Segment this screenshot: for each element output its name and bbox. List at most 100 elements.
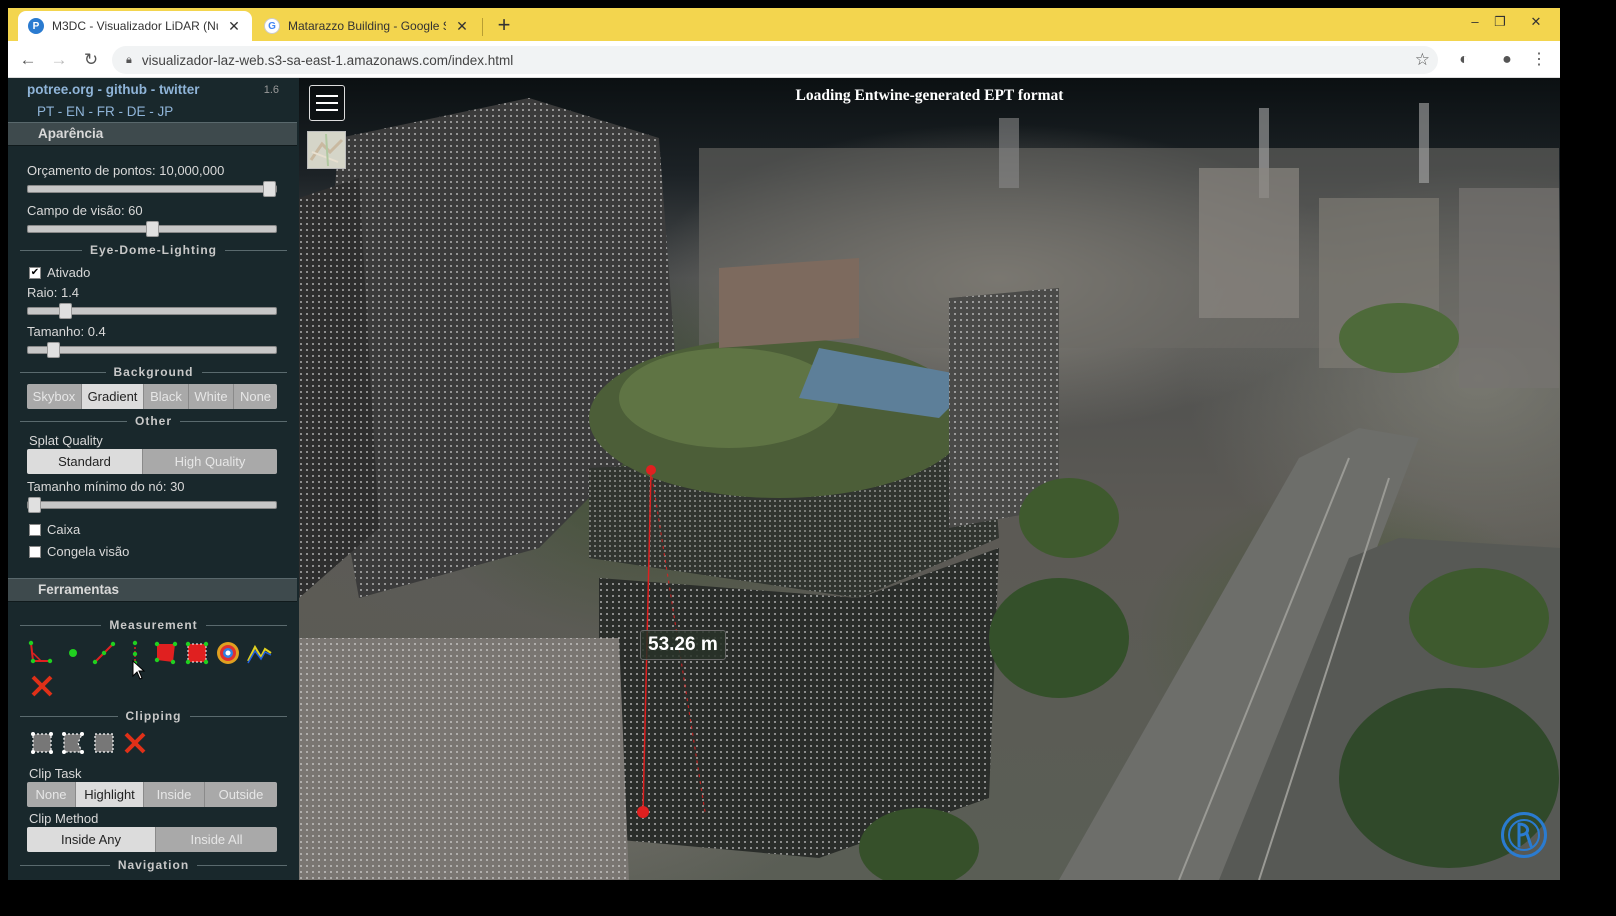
checkbox-checked-icon[interactable]: ✔ [29, 266, 41, 279]
reload-icon[interactable]: ↻ [80, 49, 102, 71]
clip-task-outside-button[interactable]: Outside [205, 782, 277, 807]
tab-separator [482, 18, 483, 36]
box-checkbox[interactable]: Caixa [29, 522, 80, 537]
appearance-header[interactable]: Aparência [8, 122, 297, 146]
volume-icon[interactable] [183, 639, 211, 667]
restore-icon[interactable]: ❐ [1486, 10, 1514, 34]
measurement-divider: Measurement [12, 618, 295, 632]
slider-handle[interactable] [28, 497, 41, 513]
browser-toolbar: ← → ↻ 🔒︎ visualizador-laz-web.s3-sa-east… [8, 41, 1560, 78]
address-bar[interactable]: 🔒︎ visualizador-laz-web.s3-sa-east-1.ama… [112, 46, 1438, 74]
distance-icon[interactable] [90, 639, 118, 667]
point-icon[interactable] [59, 639, 87, 667]
close-tab-icon[interactable]: ✕ [454, 18, 470, 35]
kebab-menu-icon[interactable]: ⋮ [1528, 49, 1550, 71]
tools-header[interactable]: Ferramentas [8, 578, 297, 602]
clip-method-label: Clip Method [29, 811, 99, 826]
clip-screen-icon[interactable] [90, 729, 118, 757]
tab-title: M3DC - Visualizador LiDAR (Nuve [52, 19, 218, 33]
edl-divider: Eye-Dome-Lighting [12, 243, 295, 257]
edl-radius-slider[interactable] [27, 303, 277, 319]
clip-task-none-button[interactable]: None [27, 782, 76, 807]
profile-icon[interactable] [245, 639, 273, 667]
lang-en[interactable]: EN [66, 104, 85, 119]
splat-quality-label: Splat Quality [29, 433, 103, 448]
potree-link[interactable]: potree.org [27, 82, 94, 97]
tab-m3dc[interactable]: P M3DC - Visualizador LiDAR (Nuve ✕ [18, 11, 252, 41]
background-black-button[interactable]: Black [144, 384, 189, 409]
angle-icon[interactable] [26, 639, 54, 667]
min-node-size-label: Tamanho mínimo do nó: 30 [27, 479, 185, 494]
clip-inside-all-button[interactable]: Inside All [156, 827, 277, 852]
clip-task-inside-button[interactable]: Inside [144, 782, 205, 807]
edl-radius-label: Raio: 1.4 [27, 285, 80, 300]
checkbox-unchecked-icon[interactable] [29, 523, 41, 536]
slider-handle[interactable] [263, 181, 276, 197]
background-gradient-button[interactable]: Gradient [82, 384, 144, 409]
background-button-group: Skybox Gradient Black White None [27, 384, 277, 409]
extension-icon[interactable]: ◐ [1453, 49, 1475, 71]
point-cloud-scene [299, 98, 1560, 880]
slider-handle[interactable] [146, 221, 159, 237]
edl-enabled-checkbox[interactable]: ✔ Ativado [29, 265, 90, 280]
point-budget-label: Orçamento de pontos: 10,000,000 [27, 163, 225, 178]
point-budget-slider[interactable] [27, 181, 277, 197]
background-white-button[interactable]: White [189, 384, 234, 409]
clip-task-highlight-button[interactable]: Highlight [76, 782, 144, 807]
close-window-icon[interactable]: ✕ [1522, 10, 1550, 34]
fov-slider[interactable] [27, 221, 277, 237]
clip-task-label: Clip Task [29, 766, 82, 781]
background-none-button[interactable]: None [234, 384, 277, 409]
minimize-icon[interactable]: – [1461, 10, 1489, 34]
forward-icon[interactable]: → [48, 49, 70, 71]
close-tab-icon[interactable]: ✕ [226, 18, 242, 35]
freeze-view-checkbox[interactable]: Congela visão [29, 544, 129, 559]
remove-clipping-icon[interactable] [121, 729, 149, 757]
loading-message: Loading Entwine-generated EPT format [795, 87, 1064, 104]
compass-icon[interactable] [1501, 812, 1547, 858]
profile-icon[interactable]: ● [1496, 49, 1518, 71]
clip-inside-any-button[interactable]: Inside Any [27, 827, 156, 852]
lang-de[interactable]: DE [127, 104, 146, 119]
sphere-icon[interactable] [214, 639, 242, 667]
slider-handle[interactable] [59, 303, 72, 319]
clip-polygon-icon[interactable] [59, 729, 87, 757]
measurement-point-bottom[interactable] [637, 806, 649, 818]
remove-measurements-icon[interactable] [28, 672, 56, 700]
edl-strength-slider[interactable] [27, 342, 277, 358]
back-icon[interactable]: ← [17, 49, 39, 71]
mouse-cursor-icon [132, 660, 146, 680]
lang-jp[interactable]: JP [158, 104, 174, 119]
clipping-divider: Clipping [12, 709, 295, 723]
clip-volume-icon[interactable] [28, 729, 56, 757]
tab-google[interactable]: G Matarazzo Building - Google Sea ✕ [254, 11, 480, 41]
bookmark-star-icon[interactable]: ☆ [1415, 50, 1430, 70]
clip-task-button-group: None Highlight Inside Outside [27, 782, 277, 807]
checkbox-unchecked-icon[interactable] [29, 545, 41, 558]
url-text: visualizador-laz-web.s3-sa-east-1.amazon… [141, 52, 514, 68]
tab-title: Matarazzo Building - Google Sea [288, 19, 446, 33]
area-icon[interactable] [152, 639, 180, 667]
edl-strength-label: Tamanho: 0.4 [27, 324, 106, 339]
background-skybox-button[interactable]: Skybox [27, 384, 82, 409]
header-links: potree.org - github - twitter [27, 82, 200, 97]
slider-handle[interactable] [47, 342, 60, 358]
browser-window: P M3DC - Visualizador LiDAR (Nuve ✕ G Ma… [8, 8, 1560, 78]
splat-standard-button[interactable]: Standard [27, 449, 143, 474]
hamburger-menu-icon[interactable] [309, 85, 345, 121]
min-node-size-slider[interactable] [27, 497, 277, 513]
google-favicon-icon: G [264, 18, 280, 34]
github-link[interactable]: github [106, 82, 147, 97]
potree-sidebar: potree.org - github - twitter 1.6 PT - E… [8, 78, 299, 880]
lang-fr[interactable]: FR [97, 104, 115, 119]
lock-icon: 🔒︎ [126, 53, 132, 66]
twitter-link[interactable]: twitter [159, 82, 200, 97]
measurement-point-top[interactable] [646, 465, 656, 475]
splat-high-quality-button[interactable]: High Quality [143, 449, 277, 474]
lang-pt[interactable]: PT [37, 104, 54, 119]
point-cloud-viewer[interactable]: Loading Entwine-generated EPT format 53.… [299, 78, 1560, 880]
potree-favicon-icon: P [28, 18, 44, 34]
plus-icon[interactable]: + [492, 14, 516, 36]
measurement-label: 53.26 m [640, 630, 726, 660]
minimap-icon[interactable] [307, 131, 346, 169]
